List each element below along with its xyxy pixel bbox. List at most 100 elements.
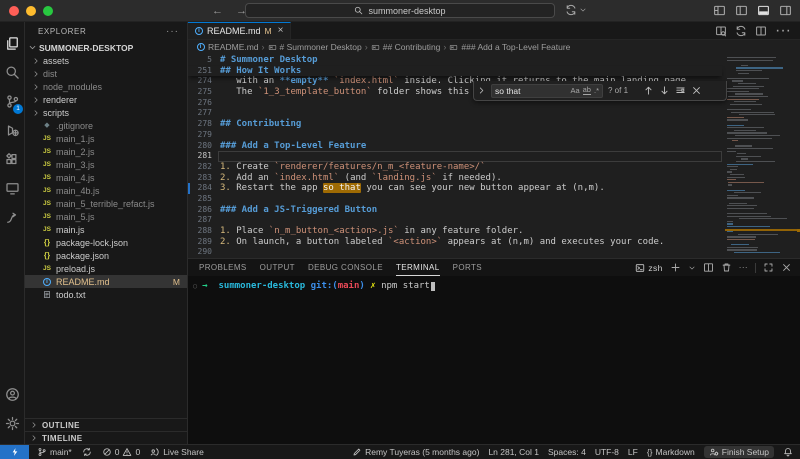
tree-item-main-4b-js[interactable]: JSmain_4b.js — [25, 184, 187, 197]
tree-item-package-lock-json[interactable]: {}package-lock.json — [25, 236, 187, 249]
previous-match-icon[interactable] — [643, 85, 654, 96]
editor-line-288[interactable]: 2881. Place `n_m_button_<action>.js` in … — [188, 226, 722, 237]
tree-item-renderer[interactable]: renderer — [25, 93, 187, 106]
customize-layout-icon[interactable] — [713, 4, 726, 17]
close-window-button[interactable] — [9, 6, 19, 16]
panel-tab-ports[interactable]: PORTS — [453, 259, 482, 276]
live-share-view-icon[interactable] — [0, 203, 24, 232]
toggle-primary-sidebar-icon[interactable] — [735, 4, 748, 17]
panel-tab-terminal[interactable]: TERMINAL — [396, 259, 440, 276]
toggle-panel-icon[interactable] — [757, 4, 770, 17]
editor-line-286[interactable]: 286### Add a JS-Triggered Button — [188, 205, 722, 216]
panel-more-actions-icon[interactable]: ··· — [739, 263, 748, 272]
tree-item-scripts[interactable]: scripts — [25, 106, 187, 119]
tree-item-assets[interactable]: assets — [25, 54, 187, 67]
editor-line-290[interactable]: 290 — [188, 247, 722, 258]
editor-line-278[interactable]: 278## Contributing — [188, 119, 722, 130]
command-center[interactable]: summoner-desktop — [245, 3, 555, 18]
editor-line-282[interactable]: 2821. Create `renderer/features/n_m_<fea… — [188, 162, 722, 173]
editor-line-279[interactable]: 279 — [188, 130, 722, 141]
toggle-secondary-sidebar-icon[interactable] — [779, 4, 792, 17]
editor-line-289[interactable]: 2892. On launch, a button labeled `<acti… — [188, 237, 722, 248]
remote-explorer-view-icon[interactable] — [0, 174, 24, 203]
tree-item-main-5-js[interactable]: JSmain_5.js — [25, 210, 187, 223]
notifications-bell-icon[interactable] — [783, 447, 793, 457]
sync-status[interactable] — [82, 447, 92, 457]
editor-line-287[interactable]: 287 — [188, 215, 722, 226]
maximize-panel-icon[interactable] — [763, 262, 774, 273]
find-in-selection-icon[interactable] — [675, 85, 686, 96]
accounts-icon[interactable] — [5, 380, 20, 409]
find-input[interactable]: so that Aa ab .* — [491, 84, 603, 98]
whole-word-icon[interactable]: ab — [583, 86, 591, 95]
close-panel-icon[interactable] — [781, 262, 792, 273]
settings-gear-icon[interactable] — [5, 409, 20, 438]
open-changes-icon[interactable] — [735, 25, 747, 37]
minimize-window-button[interactable] — [26, 6, 36, 16]
toggle-replace-icon[interactable] — [477, 86, 486, 95]
git-blame-status[interactable]: Remy Tuyeras (5 months ago) — [352, 447, 479, 457]
panel-tab-debug-console[interactable]: DEBUG CONSOLE — [308, 259, 383, 276]
tree-item-main-4-js[interactable]: JSmain_4.js — [25, 171, 187, 184]
finish-setup-button[interactable]: Finish Setup — [704, 446, 774, 458]
problems-status[interactable]: 0 0 — [102, 447, 140, 457]
eol-status[interactable]: LF — [628, 447, 638, 457]
breadcrumb-crumb[interactable]: ## Contributing — [371, 42, 441, 52]
explorer-view-icon[interactable] — [0, 29, 24, 58]
terminal-instance[interactable]: zsh — [635, 263, 662, 273]
editor-line-5[interactable]: 5# Summoner Desktop — [188, 55, 722, 66]
tree-item-dist[interactable]: dist — [25, 67, 187, 80]
regex-icon[interactable]: .* — [594, 87, 599, 95]
tree-item-main-1-js[interactable]: JSmain_1.js — [25, 132, 187, 145]
kill-terminal-icon[interactable] — [721, 262, 732, 273]
match-case-icon[interactable]: Aa — [570, 87, 579, 95]
tree-item-todo-txt[interactable]: todo.txt — [25, 288, 187, 301]
tree-item-package-json[interactable]: {}package.json — [25, 249, 187, 262]
new-terminal-icon[interactable] — [670, 262, 681, 273]
live-share-status[interactable]: Live Share — [150, 447, 204, 457]
branch-status[interactable]: main* — [37, 447, 72, 457]
next-match-icon[interactable] — [659, 85, 670, 96]
source-control-view-icon[interactable]: 1 — [0, 87, 24, 116]
close-find-icon[interactable] — [691, 85, 702, 96]
outline-section-header[interactable]: OUTLINE — [25, 418, 187, 431]
tree-item-main-5-terrible-refact-js[interactable]: JSmain_5_terrible_refact.js — [25, 197, 187, 210]
split-editor-icon[interactable] — [755, 25, 767, 37]
extensions-view-icon[interactable] — [0, 145, 24, 174]
editor-line-280[interactable]: 280### Add a Top-Level Feature — [188, 141, 722, 152]
tree-item-node-modules[interactable]: node_modules — [25, 80, 187, 93]
tree-item-readme-md[interactable]: iREADME.mdM — [25, 275, 187, 288]
session-icon[interactable] — [565, 4, 577, 16]
indentation-status[interactable]: Spaces: 4 — [548, 447, 586, 457]
remote-indicator[interactable] — [0, 445, 29, 459]
breadcrumb-crumb[interactable]: # Summoner Desktop — [268, 42, 362, 52]
tab-readme[interactable]: i README.md M × — [188, 22, 291, 39]
tree-item-preload-js[interactable]: JSpreload.js — [25, 262, 187, 275]
open-preview-icon[interactable] — [715, 25, 727, 37]
timeline-section-header[interactable]: TIMELINE — [25, 431, 187, 444]
editor-line-285[interactable]: 285 — [188, 194, 722, 205]
back-arrow-icon[interactable]: ← — [212, 4, 223, 18]
editor-line-283[interactable]: 2832. Add an `index.html` (and `landing.… — [188, 173, 722, 184]
cursor-position-status[interactable]: Ln 281, Col 1 — [488, 447, 539, 457]
split-terminal-icon[interactable] — [703, 262, 714, 273]
terminal-area[interactable]: ○ → summoner-desktop git:(main) ✗ npm st… — [188, 276, 800, 444]
encoding-status[interactable]: UTF-8 — [595, 447, 619, 457]
editor-line-277[interactable]: 277 — [188, 108, 722, 119]
search-view-icon[interactable] — [0, 58, 24, 87]
breadcrumb-file[interactable]: iREADME.md — [196, 42, 259, 52]
minimap[interactable] — [725, 54, 797, 258]
editor-line-251[interactable]: 251## How It Works — [188, 66, 722, 77]
breadcrumb-crumb[interactable]: ### Add a Top-Level Feature — [449, 42, 570, 52]
terminal-dropdown-icon[interactable] — [688, 264, 696, 272]
explorer-more-actions-icon[interactable]: ··· — [166, 26, 179, 37]
editor[interactable]: 5# Summoner Desktop251## How It Works274… — [188, 54, 800, 258]
tree-item-main-2-js[interactable]: JSmain_2.js — [25, 145, 187, 158]
editor-line-284[interactable]: 2843. Restart the app so that you can se… — [188, 183, 722, 194]
editor-more-actions-icon[interactable]: ··· — [775, 22, 791, 40]
explorer-root-folder[interactable]: SUMMONER-DESKTOP — [25, 41, 187, 54]
run-debug-view-icon[interactable] — [0, 116, 24, 145]
tree-item--gitignore[interactable]: ◆.gitignore — [25, 119, 187, 132]
chevron-down-icon[interactable] — [579, 6, 587, 14]
tree-item-main-js[interactable]: JSmain.js — [25, 223, 187, 236]
